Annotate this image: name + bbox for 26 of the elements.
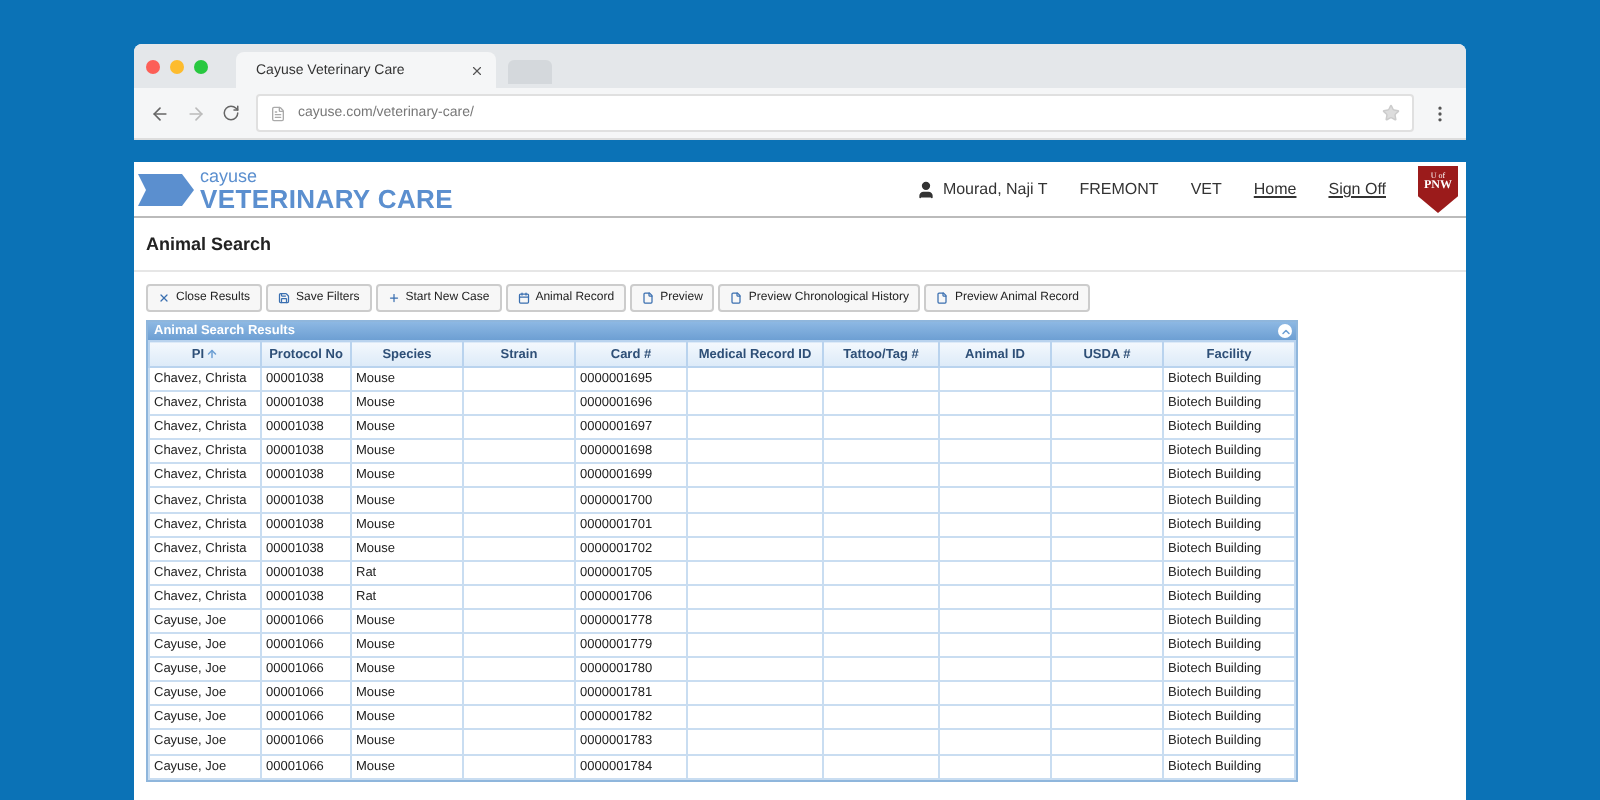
- user-icon: [916, 179, 937, 199]
- brand-title: VETERINARY CARE: [200, 185, 454, 211]
- plus-icon: [387, 292, 400, 304]
- save-icon: [278, 292, 291, 304]
- close-icon[interactable]: [470, 63, 484, 77]
- collapse-icon[interactable]: [1278, 324, 1292, 338]
- document-icon: [936, 292, 949, 304]
- nav-label: VET: [1190, 180, 1222, 198]
- user-name: Mourad, Naji T: [942, 180, 1048, 198]
- document-icon: [642, 292, 655, 304]
- nav-link[interactable]: Home: [1253, 180, 1297, 198]
- brand-name: cayuse: [200, 167, 260, 185]
- document-icon: [730, 292, 743, 304]
- star-icon[interactable]: [1382, 104, 1400, 122]
- forward-icon[interactable]: [186, 103, 206, 123]
- minimize-dot[interactable]: [170, 59, 184, 73]
- close-icon: [158, 292, 170, 304]
- page-icon: [270, 105, 286, 121]
- close-dot[interactable]: [146, 59, 160, 73]
- calendar-icon: [517, 292, 530, 304]
- back-icon[interactable]: [150, 103, 170, 123]
- reload-icon[interactable]: [222, 104, 240, 122]
- page-title: Animal Search: [134, 230, 1466, 272]
- nav-label: FREMONT: [1079, 180, 1159, 198]
- nav-link[interactable]: Sign Off: [1328, 180, 1386, 198]
- maximize-dot[interactable]: [194, 59, 208, 73]
